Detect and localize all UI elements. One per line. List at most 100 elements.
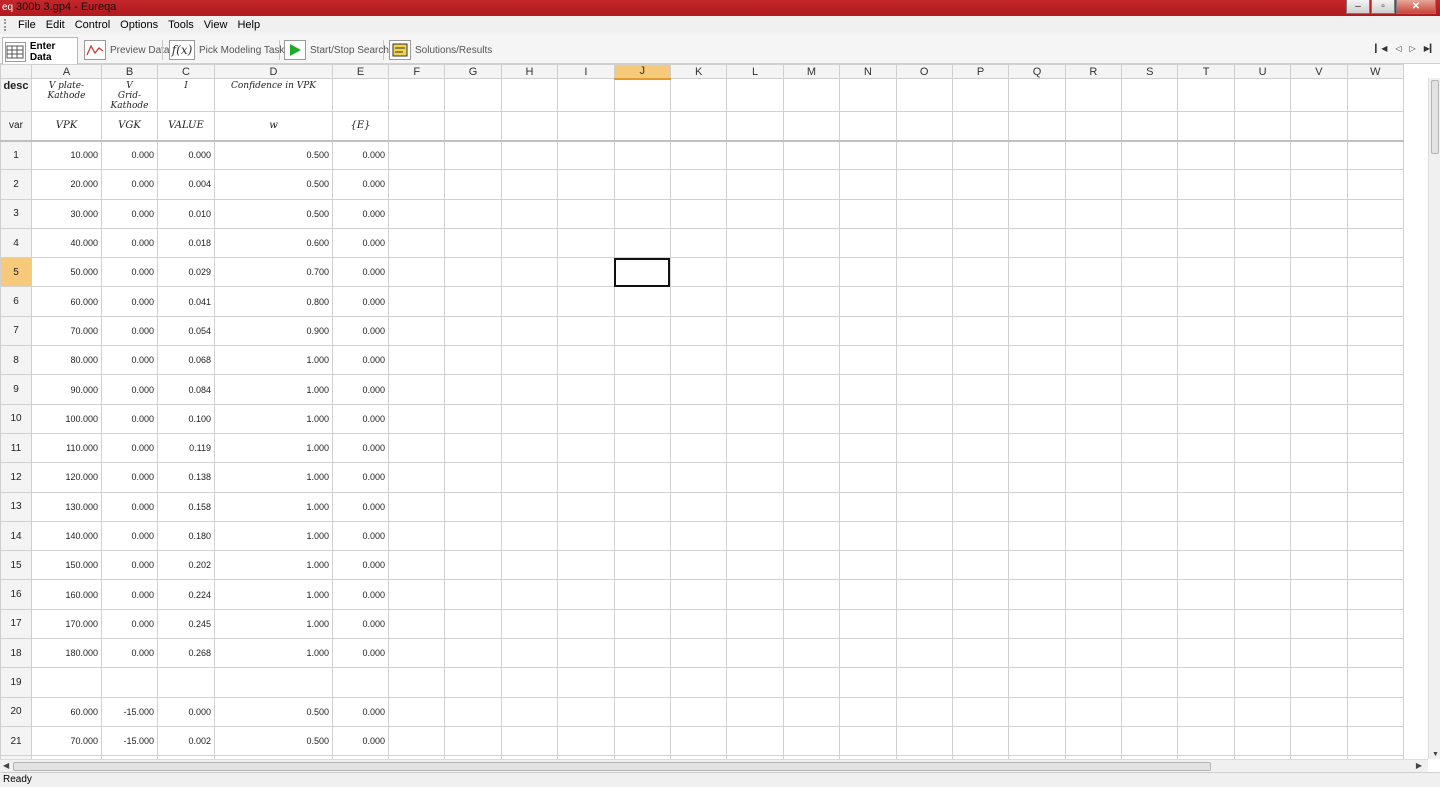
cell[interactable] [1290,257,1348,288]
cell[interactable]: 0.800 [214,286,333,317]
cell[interactable] [839,462,897,493]
cell[interactable] [1233,198,1292,229]
cell[interactable] [500,198,559,229]
cell[interactable] [1064,725,1123,757]
cell[interactable]: 0.245 [157,608,215,640]
cell[interactable] [613,286,671,317]
cell[interactable] [500,638,559,669]
cell[interactable] [1121,315,1179,347]
cell[interactable] [839,286,897,317]
cell[interactable] [1177,286,1235,317]
cell[interactable] [444,198,502,229]
cell[interactable] [444,696,502,727]
column-header[interactable]: H [500,64,559,79]
cell[interactable] [726,432,784,464]
cell[interactable]: 0.500 [214,696,333,727]
cell[interactable] [669,198,728,229]
cell[interactable] [500,78,559,112]
cell[interactable]: 0.000 [101,608,158,640]
cell[interactable] [895,579,953,610]
cell[interactable] [1346,111,1405,142]
cell[interactable] [387,550,446,581]
cell[interactable] [951,198,1010,229]
cell[interactable] [157,667,215,698]
cell[interactable] [951,315,1010,347]
cell[interactable] [951,725,1010,757]
cell[interactable] [782,257,841,288]
cell[interactable] [1233,78,1292,112]
cell[interactable] [1346,169,1405,200]
scroll-left-icon[interactable]: ◀ [3,761,9,770]
cell[interactable]: 0.000 [332,286,389,317]
cell[interactable] [444,638,502,669]
cell[interactable] [1121,78,1179,112]
cell[interactable] [444,257,502,288]
cell[interactable]: 1.000 [214,462,333,493]
cell[interactable] [895,403,953,434]
cell[interactable]: 0.000 [101,403,158,434]
cell[interactable]: 0.600 [214,227,333,259]
cell[interactable] [1177,462,1235,493]
cell[interactable] [1346,78,1405,112]
cell[interactable]: 0.000 [332,462,389,493]
cell[interactable] [1177,169,1235,200]
cell[interactable] [782,696,841,727]
column-header[interactable]: B [101,64,158,79]
cell[interactable] [500,491,559,522]
row-header[interactable]: 19 [0,667,32,698]
column-header[interactable]: T [1177,64,1235,79]
cell[interactable] [387,462,446,493]
cell[interactable] [1346,432,1405,464]
cell[interactable] [444,462,502,493]
cell[interactable] [1008,696,1066,727]
cell[interactable] [951,520,1010,552]
cell[interactable] [839,78,897,112]
cell[interactable] [387,139,446,171]
cell[interactable] [444,579,502,610]
cell[interactable]: 1.000 [214,345,333,376]
cell[interactable] [387,111,446,142]
cell[interactable]: 0.138 [157,462,215,493]
cell[interactable]: -15.000 [101,696,158,727]
cell[interactable] [669,608,728,640]
cell[interactable] [557,286,615,317]
cell[interactable] [1346,638,1405,669]
cell[interactable] [726,462,784,493]
cell[interactable]: 0.000 [332,432,389,464]
cell[interactable] [669,345,728,376]
cell[interactable] [500,169,559,200]
column-header[interactable]: P [951,64,1010,79]
cell[interactable] [1008,462,1066,493]
cell[interactable]: 60.000 [31,696,102,727]
cell[interactable]: 30.000 [31,198,102,229]
cell[interactable] [895,696,953,727]
cell[interactable] [387,78,446,112]
cell[interactable] [332,78,389,112]
cell[interactable] [726,403,784,434]
cell[interactable] [1121,462,1179,493]
cell[interactable] [557,315,615,347]
cell[interactable] [895,227,953,259]
cell[interactable]: 0.000 [101,374,158,405]
cell[interactable] [387,491,446,522]
cell[interactable] [444,725,502,757]
cell[interactable] [782,520,841,552]
cell[interactable] [1290,286,1348,317]
cell[interactable] [500,579,559,610]
cell[interactable] [613,374,671,405]
cell[interactable] [782,638,841,669]
cell[interactable]: 0.000 [332,374,389,405]
cell[interactable] [1346,257,1405,288]
cell[interactable]: 1.000 [214,403,333,434]
cell[interactable] [1064,111,1123,142]
row-header[interactable]: 6 [0,286,32,317]
cell[interactable] [1290,169,1348,200]
column-header[interactable]: L [726,64,784,79]
cell[interactable] [1064,286,1123,317]
cell[interactable]: 0.000 [332,608,389,640]
cell[interactable] [557,696,615,727]
cell[interactable]: V Grid-Kathode [101,78,158,112]
cell[interactable] [726,725,784,757]
cell[interactable] [1177,725,1235,757]
cell[interactable] [1290,667,1348,698]
